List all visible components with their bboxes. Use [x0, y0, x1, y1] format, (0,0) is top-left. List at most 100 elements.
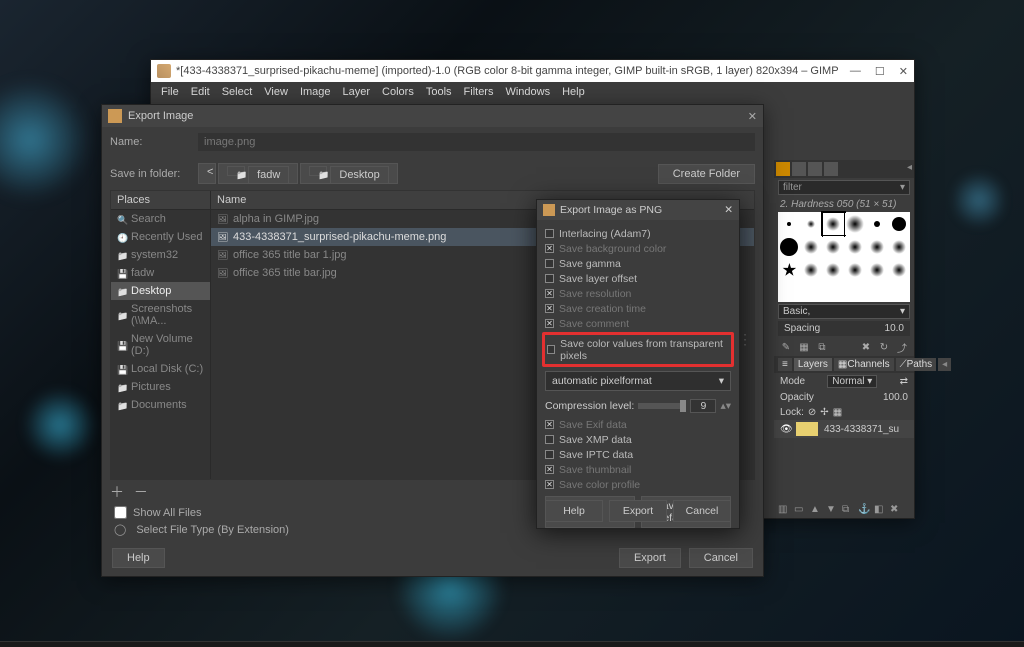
brush-grid[interactable] — [778, 212, 910, 302]
png-option[interactable]: Save IPTC data — [545, 447, 731, 462]
help-button[interactable]: Help — [112, 548, 165, 568]
edit-brush-icon[interactable]: ✎ — [780, 341, 792, 353]
export-dialog-titlebar[interactable]: Export Image ✕ — [102, 105, 763, 127]
png-option[interactable]: ✕Save creation time — [545, 301, 731, 316]
checkbox[interactable] — [547, 345, 555, 354]
compression-slider[interactable] — [638, 403, 686, 409]
lock-position-icon[interactable]: ✢ — [820, 407, 828, 418]
menu-help[interactable]: Help — [556, 86, 591, 98]
png-option[interactable]: ✕Save color profile — [545, 477, 731, 492]
places-item[interactable]: Desktop — [111, 282, 210, 300]
tab-layers-icon[interactable]: ≡ — [778, 358, 792, 371]
filename-input[interactable]: image.png — [198, 133, 755, 151]
tab-channels[interactable]: ▦Channels — [834, 358, 894, 371]
png-option[interactable]: ✕Save resolution — [545, 286, 731, 301]
places-item[interactable]: Pictures — [111, 378, 210, 396]
png-option[interactable]: Save layer offset — [545, 271, 731, 286]
lower-layer-icon[interactable]: ▼ — [826, 504, 838, 516]
open-brush-icon[interactable]: ⤴ — [896, 341, 908, 353]
checkbox[interactable]: ✕ — [545, 480, 554, 489]
checkbox[interactable] — [545, 274, 554, 283]
remove-place-icon[interactable]: － — [134, 484, 148, 500]
png-option[interactable]: ✕Save thumbnail — [545, 462, 731, 477]
places-item[interactable]: Screenshots (\\MA... — [111, 300, 210, 330]
menu-tools[interactable]: Tools — [420, 86, 458, 98]
places-item[interactable]: New Volume (D:) — [111, 330, 210, 360]
menu-edit[interactable]: Edit — [185, 86, 216, 98]
places-item[interactable]: Search — [111, 210, 210, 228]
menu-colors[interactable]: Colors — [376, 86, 420, 98]
new-brush-icon[interactable]: ▦ — [798, 341, 810, 353]
png-option[interactable]: Save gamma — [545, 256, 731, 271]
menu-image[interactable]: Image — [294, 86, 337, 98]
places-item[interactable]: Documents — [111, 396, 210, 414]
png-option[interactable]: Interlacing (Adam7) — [545, 226, 731, 241]
places-item[interactable]: Local Disk (C:) — [111, 360, 210, 378]
patterns-tab-icon[interactable] — [792, 162, 806, 176]
breadcrumb-back-icon[interactable]: < — [198, 163, 216, 184]
new-layer-icon[interactable]: ▥ — [778, 504, 790, 516]
tab-paths[interactable]: ⟋Paths — [896, 358, 937, 371]
png-option[interactable]: Save XMP data — [545, 432, 731, 447]
layer-visibility-icon[interactable] — [780, 424, 790, 434]
cancel-button[interactable]: Cancel — [673, 500, 731, 522]
layer-row[interactable]: 433-4338371_su — [774, 420, 914, 438]
checkbox[interactable]: ✕ — [545, 465, 554, 474]
lock-alpha-icon[interactable]: ▦ — [833, 407, 842, 418]
png-option[interactable]: ✕Save Exif data — [545, 417, 731, 432]
opacity-value[interactable]: 100.0 — [883, 392, 908, 403]
mask-layer-icon[interactable]: ◧ — [874, 504, 886, 516]
refresh-brush-icon[interactable]: ↻ — [878, 341, 890, 353]
maximize-button[interactable]: ☐ — [875, 65, 885, 78]
minimize-button[interactable]: — — [850, 65, 861, 78]
checkbox[interactable]: ✕ — [545, 319, 554, 328]
checkbox[interactable] — [545, 450, 554, 459]
fonts-tab-icon[interactable] — [808, 162, 822, 176]
delete-layer-icon[interactable]: ✖ — [890, 504, 902, 516]
duplicate-brush-icon[interactable]: ⧉ — [816, 341, 828, 353]
png-dialog-titlebar[interactable]: Export Image as PNG ✕ — [537, 200, 739, 220]
create-folder-button[interactable]: Create Folder — [658, 164, 755, 184]
places-item[interactable]: fadw — [111, 264, 210, 282]
breadcrumb-item[interactable]: Desktop — [300, 163, 397, 184]
raise-layer-icon[interactable]: ▲ — [810, 504, 822, 516]
brush-filter-select[interactable]: filter▾ — [778, 180, 910, 195]
dock-menu-icon[interactable]: ◂ — [938, 358, 951, 371]
file-type-expander-icon[interactable] — [114, 523, 130, 536]
show-all-files-checkbox[interactable] — [114, 506, 127, 519]
checkbox[interactable]: ✕ — [545, 304, 554, 313]
help-button[interactable]: Help — [545, 500, 603, 522]
checkbox[interactable] — [545, 259, 554, 268]
close-icon[interactable]: ✕ — [748, 110, 757, 123]
dock-menu-icon[interactable]: ◂ — [907, 162, 912, 176]
windows-taskbar[interactable] — [0, 641, 1024, 647]
menu-view[interactable]: View — [258, 86, 294, 98]
layer-group-icon[interactable]: ▭ — [794, 504, 806, 516]
column-drag-handle-icon[interactable]: ⋮ — [738, 331, 752, 348]
mode-switch-icon[interactable]: ⇄ — [900, 376, 908, 387]
brush-preset-select[interactable]: Basic,▾ — [778, 304, 910, 319]
checkbox[interactable]: ✕ — [545, 244, 554, 253]
menu-select[interactable]: Select — [216, 86, 259, 98]
pixelformat-select[interactable]: automatic pixelformat▾ — [545, 371, 731, 391]
close-icon[interactable]: ✕ — [724, 204, 733, 216]
delete-brush-icon[interactable]: ✖ — [860, 341, 872, 353]
duplicate-layer-icon[interactable]: ⧉ — [842, 504, 854, 516]
brushes-tab-icon[interactable] — [776, 162, 790, 176]
png-option[interactable]: ✕Save background color — [545, 241, 731, 256]
menu-layer[interactable]: Layer — [337, 86, 377, 98]
brush-spacing[interactable]: Spacing10.0 — [778, 321, 910, 336]
compression-value[interactable]: 9 — [690, 399, 716, 413]
add-place-icon[interactable]: ＋ — [110, 484, 124, 500]
export-button[interactable]: Export — [609, 500, 667, 522]
save-transparent-pixels-label[interactable]: Save color values from transparent pixel… — [560, 338, 729, 362]
png-option[interactable]: ✕Save comment — [545, 316, 731, 331]
checkbox[interactable] — [545, 229, 554, 238]
layer-name[interactable]: 433-4338371_su — [824, 424, 899, 435]
checkbox[interactable]: ✕ — [545, 289, 554, 298]
checkbox[interactable]: ✕ — [545, 420, 554, 429]
tab-layers[interactable]: Layers — [794, 358, 832, 371]
menu-file[interactable]: File — [155, 86, 185, 98]
history-tab-icon[interactable] — [824, 162, 838, 176]
places-item[interactable]: Recently Used — [111, 228, 210, 246]
